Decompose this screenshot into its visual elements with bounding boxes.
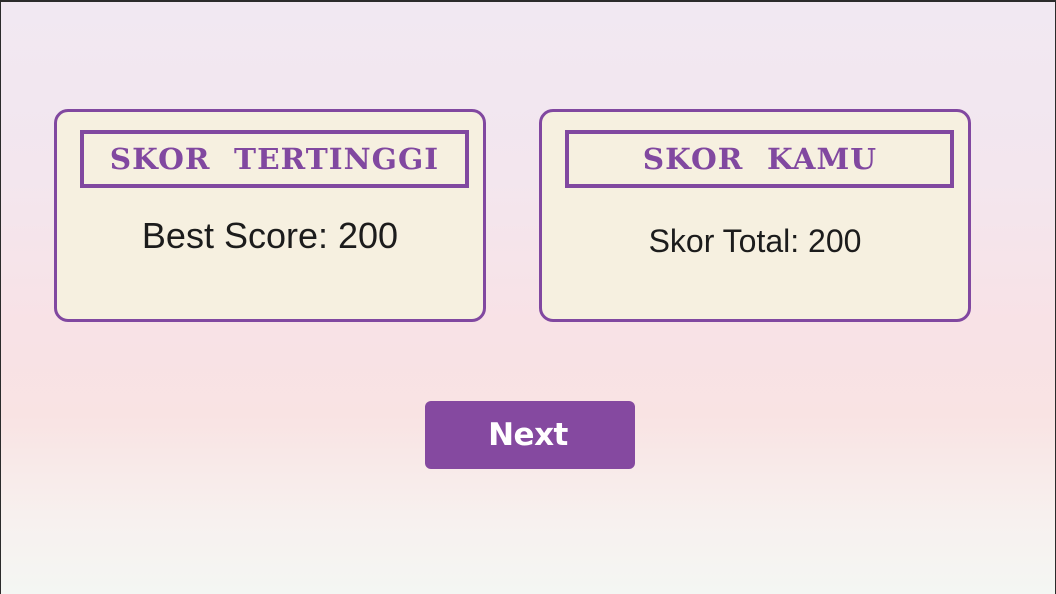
best-score-card: SKOR TERTINGGI Best Score: 200 xyxy=(54,109,486,322)
best-score-title: SKOR TERTINGGI xyxy=(109,142,440,176)
best-score-header: SKOR TERTINGGI xyxy=(80,130,469,188)
next-button[interactable]: Next xyxy=(425,401,635,469)
best-score-text: Best Score: 200 xyxy=(141,215,399,256)
your-score-card: SKOR KAMU Skor Total: 200 xyxy=(539,109,971,322)
your-score-title: SKOR KAMU xyxy=(642,142,877,176)
your-score-header: SKOR KAMU xyxy=(565,130,954,188)
total-score-text: Skor Total: 200 xyxy=(648,223,862,259)
next-button-label: Next xyxy=(488,417,568,453)
